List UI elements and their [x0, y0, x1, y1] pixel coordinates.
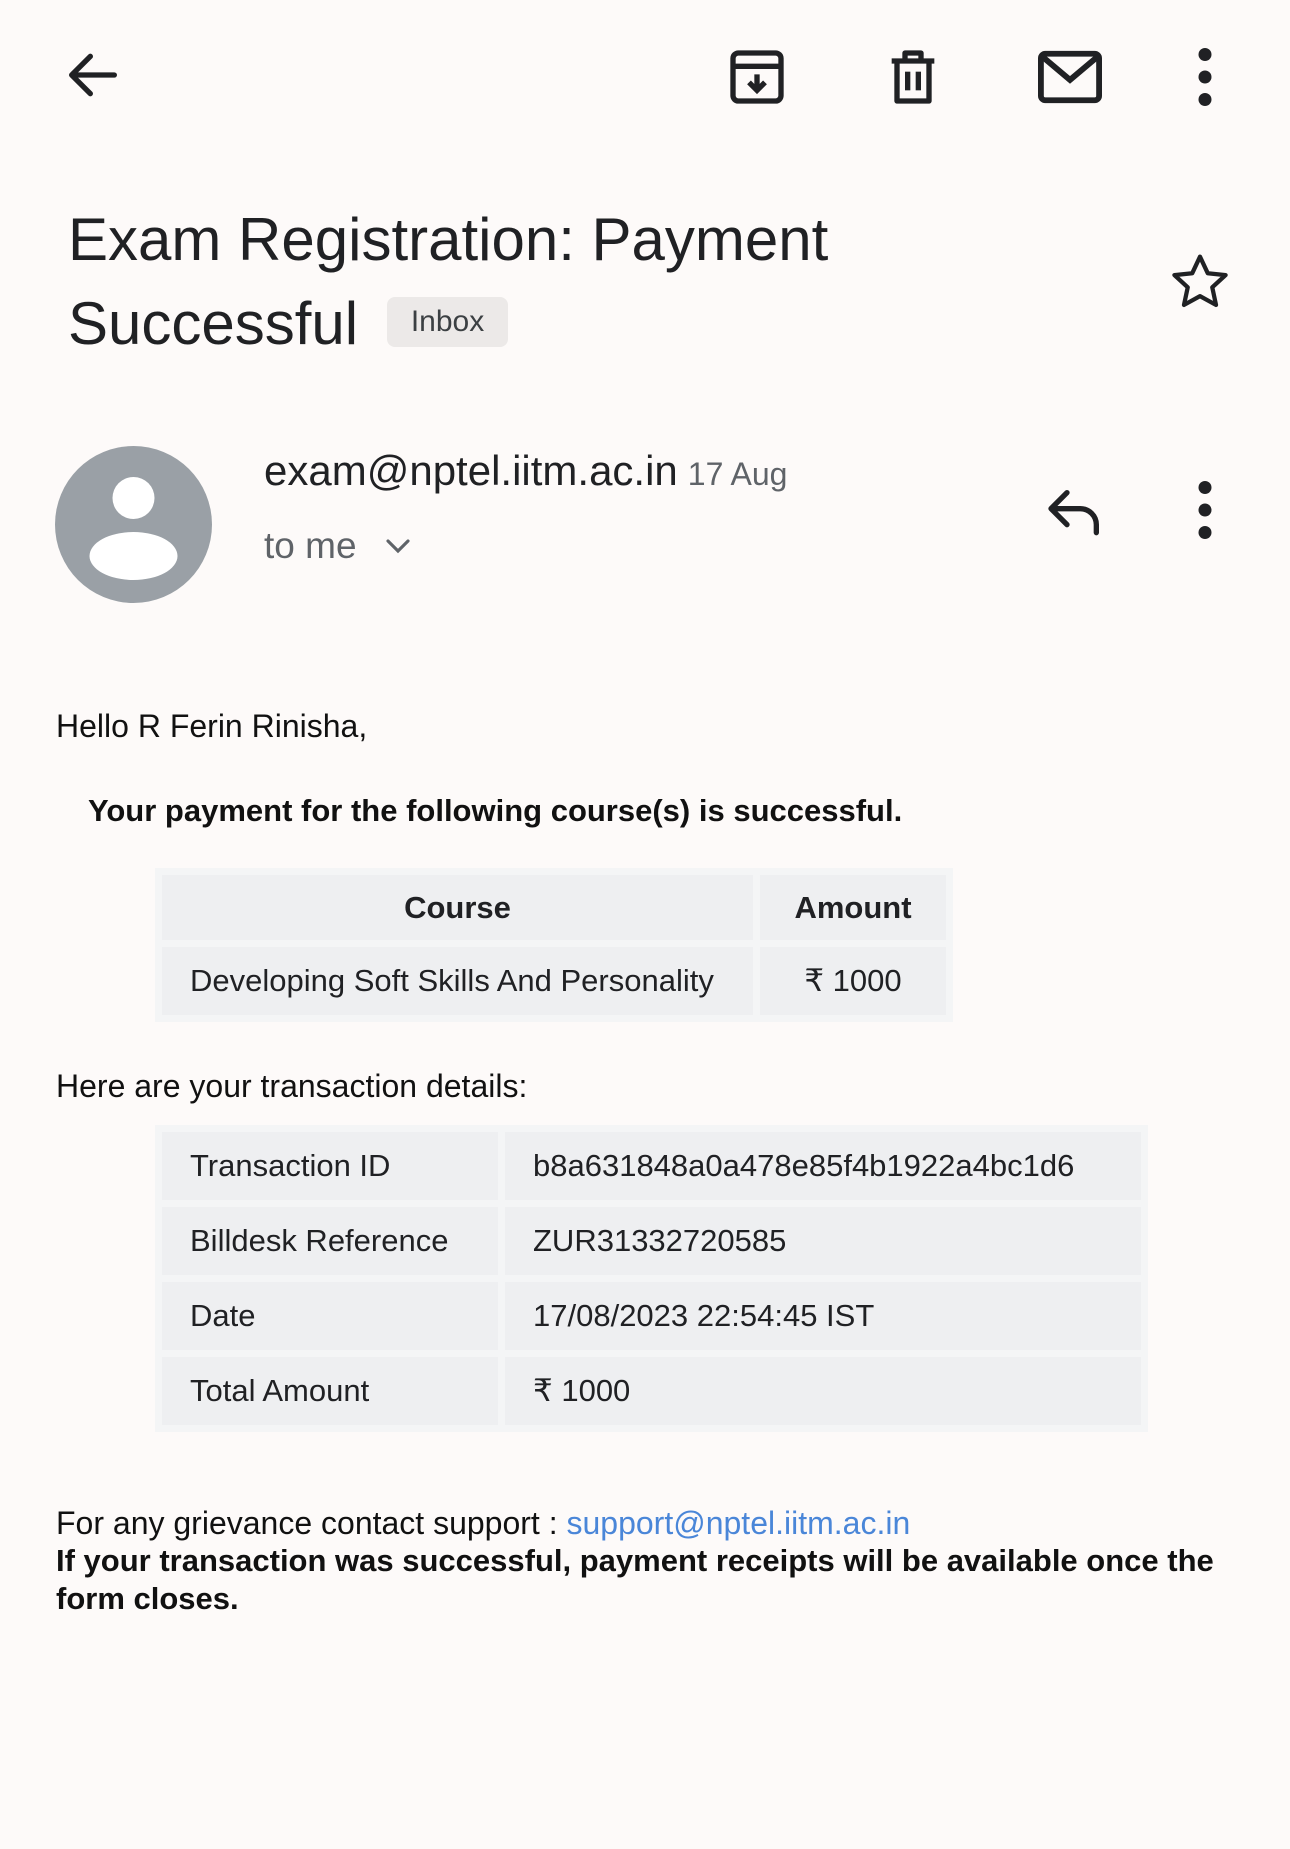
table-row: Date 17/08/2023 22:54:45 IST [162, 1282, 1141, 1350]
table-row: Transaction ID b8a631848a0a478e85f4b1922… [162, 1132, 1141, 1200]
course-amount-cell: ₹ 1000 [760, 947, 946, 1015]
back-button[interactable] [48, 30, 138, 120]
greeting: Hello R Ferin Rinisha, [56, 708, 368, 744]
transaction-id-label: Transaction ID [162, 1132, 498, 1200]
course-name-cell: Developing Soft Skills And Personality [162, 947, 753, 1015]
transaction-intro: Here are your transaction details: [56, 1068, 528, 1104]
message-more-button[interactable] [1160, 465, 1250, 555]
date-label: Date [162, 1282, 498, 1350]
support-email-link[interactable]: support@nptel.iitm.ac.in [566, 1505, 910, 1541]
avatar[interactable] [55, 446, 212, 603]
chevron-down-icon [385, 539, 410, 554]
date-value: 17/08/2023 22:54:45 IST [505, 1282, 1141, 1350]
total-amount-value: ₹ 1000 [505, 1357, 1141, 1425]
table-row: Billdesk Reference ZUR31332720585 [162, 1207, 1141, 1275]
billdesk-reference-value: ZUR31332720585 [505, 1207, 1141, 1275]
top-toolbar [0, 0, 1290, 150]
sender-email[interactable]: exam@nptel.iitm.ac.in [264, 447, 678, 494]
delete-button[interactable] [868, 32, 958, 122]
billdesk-reference-label: Billdesk Reference [162, 1207, 498, 1275]
receipt-notice: If your transaction was successful, paym… [56, 1543, 1214, 1616]
payment-success-line: Your payment for the following course(s)… [88, 793, 903, 828]
mark-unread-button[interactable] [1025, 32, 1115, 122]
column-header-course: Course [162, 875, 753, 940]
table-header-row: Course Amount [162, 875, 946, 940]
arrow-left-icon [69, 53, 117, 97]
course-table: Course Amount Developing Soft Skills And… [155, 868, 953, 1022]
inbox-label-badge[interactable]: Inbox [386, 297, 509, 348]
star-button[interactable] [1155, 237, 1245, 327]
recipient-toggle[interactable]: to me [264, 525, 413, 567]
column-header-amount: Amount [760, 875, 946, 940]
reply-icon [1048, 490, 1099, 536]
vertical-dots-icon [1198, 481, 1212, 539]
more-options-button[interactable] [1160, 32, 1250, 122]
total-amount-label: Total Amount [162, 1357, 498, 1425]
transaction-id-value: b8a631848a0a478e85f4b1922a4bc1d6 [505, 1132, 1141, 1200]
support-line: For any grievance contact support : supp… [56, 1505, 910, 1542]
sender-line: exam@nptel.iitm.ac.in 17 Aug [264, 447, 787, 495]
transaction-table: Transaction ID b8a631848a0a478e85f4b1922… [155, 1125, 1148, 1432]
table-row: Developing Soft Skills And Personality ₹… [162, 947, 946, 1015]
reply-button[interactable] [1030, 465, 1120, 555]
archive-button[interactable] [712, 32, 802, 122]
trash-icon [891, 50, 935, 104]
email-subject: Exam Registration: Payment Successful In… [68, 198, 1098, 366]
person-icon [89, 477, 178, 580]
vertical-dots-icon [1198, 48, 1212, 106]
recipient-label: to me [264, 525, 357, 566]
archive-icon [730, 50, 784, 104]
table-row: Total Amount ₹ 1000 [162, 1357, 1141, 1425]
envelope-icon [1038, 50, 1102, 104]
email-date: 17 Aug [687, 456, 788, 492]
star-icon [1172, 254, 1228, 308]
support-label: For any grievance contact support : [56, 1505, 567, 1541]
